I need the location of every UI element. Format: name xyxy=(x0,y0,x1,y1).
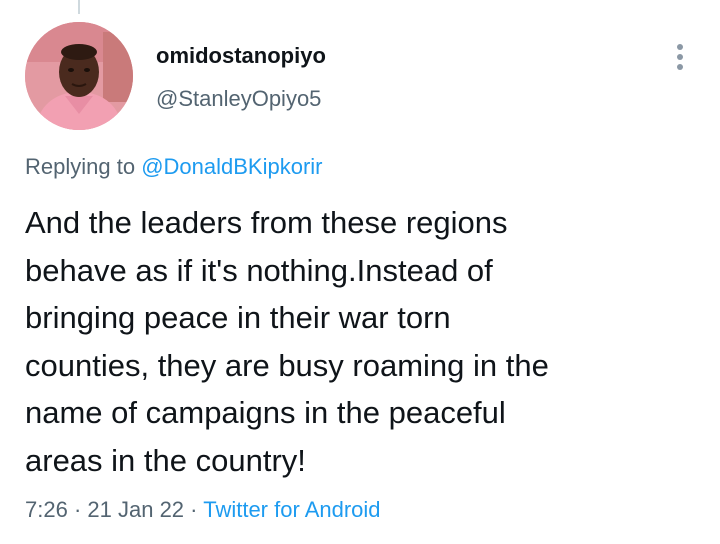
replying-to-prefix: Replying to xyxy=(25,154,136,179)
tweet-text-line: name of campaigns in the peaceful xyxy=(25,395,506,430)
thread-connector-line xyxy=(78,0,80,14)
author-handle[interactable]: @StanleyOpiyo5 xyxy=(156,86,321,112)
more-options-button[interactable] xyxy=(670,40,690,74)
avatar[interactable] xyxy=(25,22,133,130)
tweet-metadata: 7:26 · 21 Jan 22 · Twitter for Android xyxy=(25,497,381,523)
author-display-name[interactable]: omidostanopiyo xyxy=(156,43,326,69)
tweet-text-line: bringing peace in their war torn xyxy=(25,300,451,335)
meta-separator: · xyxy=(73,497,82,522)
meta-separator: · xyxy=(190,497,198,522)
tweet-text-line: And the leaders from these regions xyxy=(25,205,508,240)
tweet-text-line: areas in the country! xyxy=(25,442,306,478)
tweet-text-line: behave as if it's nothing.Instead of xyxy=(25,252,493,288)
tweet-source-link[interactable]: Twitter for Android xyxy=(203,497,380,522)
tweet-text-line: counties, they are busy roaming in the xyxy=(25,347,549,383)
more-vertical-icon xyxy=(677,44,683,70)
tweet-text: And the leaders from these regions behav… xyxy=(25,199,685,484)
avatar-photo xyxy=(25,22,133,130)
tweet-date[interactable]: 21 Jan 22 xyxy=(87,497,184,522)
replying-to-line: Replying to @DonaldBKipkorir xyxy=(25,154,323,180)
tweet-time[interactable]: 7:26 xyxy=(25,497,68,522)
replying-to-mention[interactable]: @DonaldBKipkorir xyxy=(141,154,322,179)
